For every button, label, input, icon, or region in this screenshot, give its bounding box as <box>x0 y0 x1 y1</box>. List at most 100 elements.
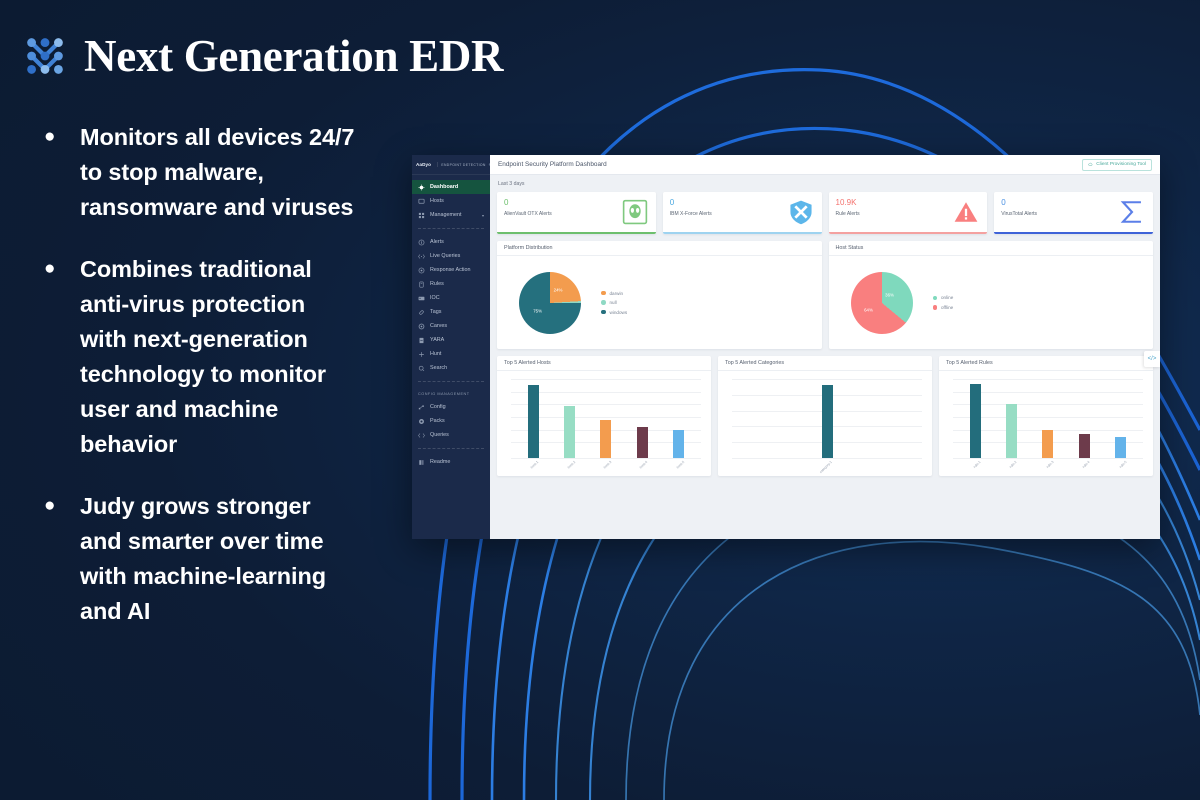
sidebar-item-label: Rules <box>430 281 444 287</box>
sidebar-item-tags[interactable]: Tags <box>412 305 490 319</box>
panel-top-alerted-rules: Top 5 Alerted Rules rule-1 rule-2 rule-3… <box>939 356 1153 476</box>
host-status-pie[interactable]: 36% 64% <box>850 271 913 334</box>
sidebar-item-live-queries[interactable]: Live Queries <box>412 249 490 263</box>
sidebar-item-label: Search <box>430 365 448 371</box>
sidebar-item-rules[interactable]: Rules <box>412 277 490 291</box>
sidebar-item-yara[interactable]: YARA <box>412 333 490 347</box>
legend-item[interactable]: null <box>601 300 627 305</box>
sidebar-item-label: Tags <box>430 309 442 315</box>
clipboard-icon <box>418 281 425 288</box>
code-embed-icon[interactable]: </> <box>1144 351 1160 367</box>
top-alerted-hosts-chart[interactable]: host-1 host-2 host-3 host-4 host-5 <box>511 379 701 470</box>
gear-icon <box>418 323 425 330</box>
sidebar-nav: Dashboard Hosts Management ▾ Alerts Live… <box>412 175 490 469</box>
client-provisioning-tool-button[interactable]: Client Provisioning Tool <box>1082 158 1152 171</box>
bar-column[interactable]: rule-2 <box>1006 379 1018 469</box>
sidebar-item-label: Packs <box>430 418 445 424</box>
monitor-icon <box>418 198 425 205</box>
app-sidebar: AaDyo | ENDPOINT DETECTION ‹ Dashboard H… <box>412 155 490 539</box>
panel-body: category-1 <box>718 371 932 476</box>
bar <box>1042 429 1054 458</box>
shield-x-icon <box>789 200 812 225</box>
pie-slice-label: 75% <box>533 308 542 314</box>
bar-column[interactable]: rule-3 <box>1042 379 1054 469</box>
bar <box>969 383 981 458</box>
bar-column[interactable]: category-1 <box>819 379 833 474</box>
bar-column[interactable]: rule-5 <box>1115 379 1127 469</box>
package-icon <box>418 418 425 425</box>
bar-tick-label: host-1 <box>530 460 540 470</box>
dashboard-content: Last 3 days 0 AlienVault OTX Alerts 0 IB… <box>490 175 1160 539</box>
bar <box>527 385 539 458</box>
sidebar-divider-line <box>418 381 484 382</box>
sidebar-item-hosts[interactable]: Hosts <box>412 194 490 208</box>
bar-column[interactable]: host-5 <box>673 379 685 470</box>
sidebar-item-label: Hosts <box>430 198 444 204</box>
sidebar-item-response-action[interactable]: Response Action <box>412 263 490 277</box>
sidebar-item-hunt[interactable]: Hunt <box>412 347 490 361</box>
top-alerted-categories-chart[interactable]: category-1 <box>732 379 922 474</box>
panel-title: Top 5 Alerted Hosts <box>497 356 711 371</box>
panel-body: 36% 64% online offline <box>829 256 1154 349</box>
alien-icon <box>622 199 647 225</box>
code-brackets-icon <box>418 253 425 260</box>
legend-label: darwin <box>609 290 624 296</box>
sidebar-item-config[interactable]: Config <box>412 400 490 414</box>
sidebar-item-search[interactable]: Search <box>412 361 490 375</box>
bar <box>1006 403 1018 458</box>
search-icon <box>418 365 425 372</box>
bullet-marker: ● <box>44 495 56 516</box>
kpi-card-ibm-xforce[interactable]: 0 IBM X-Force Alerts <box>662 192 822 234</box>
legend-item[interactable]: online <box>932 295 953 300</box>
bar-column[interactable]: rule-1 <box>969 379 982 469</box>
bar-column[interactable]: host-3 <box>600 379 612 470</box>
sidebar-item-carves[interactable]: Carves <box>412 319 490 333</box>
legend-label: offline <box>941 304 954 310</box>
bar-column[interactable]: host-2 <box>564 379 576 470</box>
sidebar-item-queries[interactable]: Queries <box>412 428 490 442</box>
bar <box>1078 433 1090 458</box>
chevron-down-icon[interactable]: ▾ <box>482 213 484 218</box>
kpi-card-rule-alerts[interactable]: 10.9K Rule Alerts <box>828 192 988 234</box>
sidebar-item-alerts[interactable]: Alerts <box>412 235 490 249</box>
legend-item[interactable]: darwin <box>601 291 627 296</box>
info-circle-icon <box>418 239 425 246</box>
target-icon <box>418 267 425 274</box>
kpi-card-virustotal[interactable]: 0 VirusTotal Alerts <box>994 192 1153 234</box>
bar <box>1115 436 1127 458</box>
legend-item[interactable]: offline <box>932 304 954 310</box>
panel-title: Top 5 Alerted Rules <box>939 356 1153 371</box>
sidebar-item-dashboard[interactable]: Dashboard <box>412 180 490 194</box>
legend-item[interactable]: windows <box>601 310 627 315</box>
bar-tick-label: rule-1 <box>972 460 982 469</box>
bar-column[interactable]: host-4 <box>636 379 649 470</box>
panel-title: Platform Distribution <box>497 241 822 256</box>
sidebar-item-label: Alerts <box>430 239 444 245</box>
book-icon <box>418 459 425 466</box>
sidebar-item-label: Queries <box>430 432 449 438</box>
sidebar-item-packs[interactable]: Packs <box>412 414 490 428</box>
sidebar-logo: AaDyo <box>416 162 432 167</box>
bullet-marker: ● <box>44 258 56 279</box>
kpi-underline <box>994 232 1153 234</box>
bar-tick-label: rule-4 <box>1081 460 1091 469</box>
platform-distribution-pie[interactable]: 24% 75% <box>519 271 581 334</box>
bar-column[interactable]: rule-4 <box>1078 379 1091 469</box>
sidebar-item-readme[interactable]: Readme <box>412 455 490 469</box>
list-item: ● Combines traditional anti-virus protec… <box>40 252 420 462</box>
legend-swatch <box>601 300 606 305</box>
sidebar-item-ioc[interactable]: IOC <box>412 291 490 305</box>
top-alerted-rules-chart[interactable]: rule-1 rule-2 rule-3 rule-4 rule-5 <box>953 379 1143 469</box>
code-brackets-icon <box>418 432 425 439</box>
kpi-card-alienvault[interactable]: 0 AlienVault OTX Alerts <box>497 192 656 234</box>
bar-column[interactable]: host-1 <box>527 379 540 470</box>
pie-charts-row: Platform Distribution 24% 75% darwin nul… <box>497 241 1153 349</box>
crosshair-icon <box>418 351 425 358</box>
pie-slice-label: 64% <box>864 307 873 313</box>
sidebar-item-management[interactable]: Management ▾ <box>412 208 490 222</box>
sidebar-group-title: CONFIG MANAGEMENT <box>418 392 470 396</box>
dot-grid-logo-icon <box>27 38 63 74</box>
pie-slice-label: 36% <box>885 292 894 298</box>
bullet-text: Combines traditional anti-virus protecti… <box>80 256 326 457</box>
sidebar-item-label: Config <box>430 404 446 410</box>
